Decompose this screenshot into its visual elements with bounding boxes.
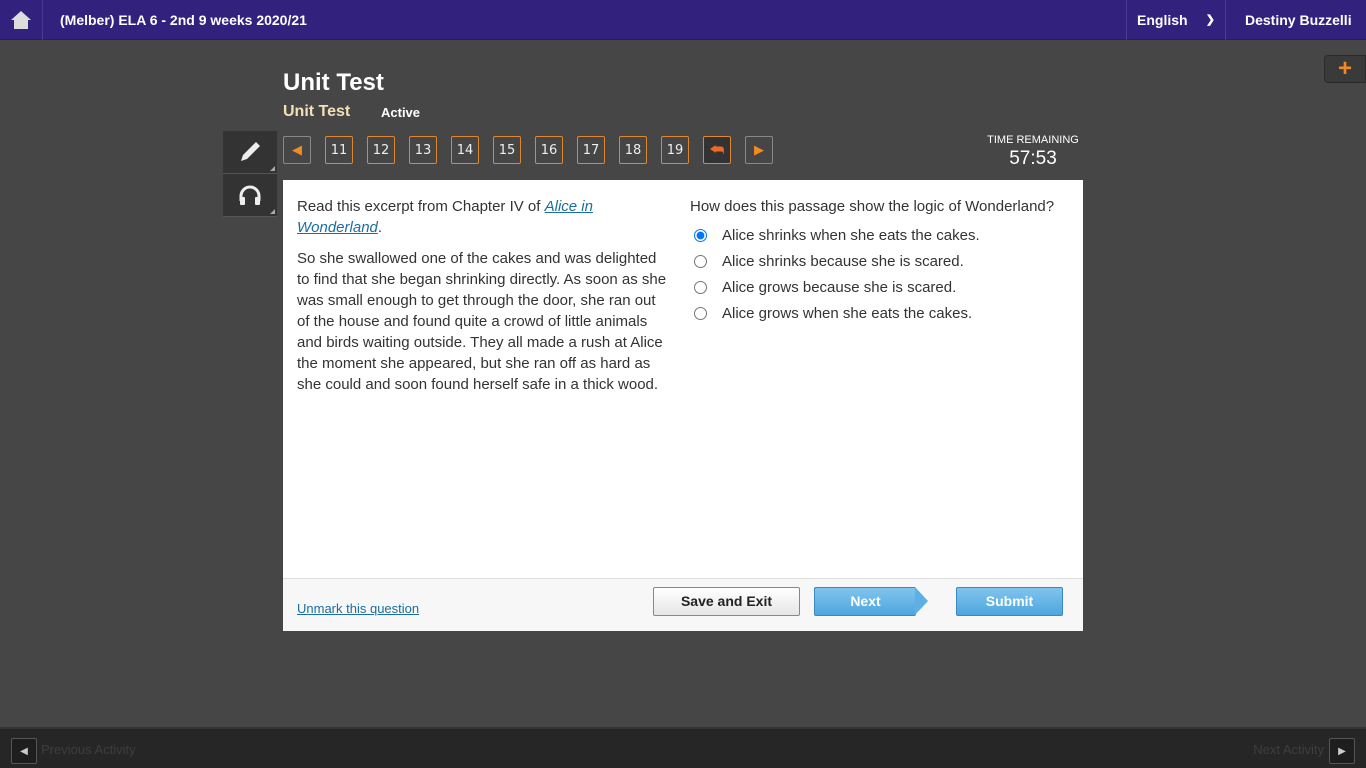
answer-label: Alice shrinks when she eats the cakes. — [722, 226, 980, 244]
language-select[interactable]: English ❯ — [1126, 0, 1226, 40]
status-badge: Active — [381, 105, 421, 120]
question-button-19[interactable]: 19 — [661, 136, 689, 164]
question-prompt: How does this passage show the logic of … — [690, 198, 1055, 215]
previous-activity-button[interactable]: ◀ — [11, 738, 37, 764]
answer-radio[interactable] — [694, 228, 707, 242]
user-menu[interactable]: Destiny Buzzelli — [1226, 12, 1366, 28]
question-button-14[interactable]: 14 — [451, 136, 479, 164]
caret-right-icon: ▶ — [1338, 745, 1346, 757]
question-button-18[interactable]: 18 — [619, 136, 647, 164]
answer-radio[interactable] — [694, 280, 707, 294]
answer-option[interactable]: Alice grows because she is scared. — [690, 278, 1070, 296]
next-arrow-tip[interactable] — [915, 587, 928, 615]
question-button-11[interactable]: 11 — [325, 136, 353, 164]
answer-label: Alice grows when she eats the cakes. — [722, 304, 973, 322]
answer-option[interactable]: Alice shrinks when she eats the cakes. — [690, 226, 1070, 244]
headphones-icon — [239, 185, 261, 205]
question-panel: Read this excerpt from Chapter IV of Ali… — [283, 180, 1083, 631]
caret-left-icon: ◀ — [20, 745, 28, 757]
question: How does this passage show the logic of … — [690, 196, 1070, 322]
reply-arrow-icon: ⮪ — [709, 140, 725, 159]
answer-label: Alice grows because she is scared. — [722, 278, 957, 296]
passage-intro: Read this excerpt from Chapter IV of Ali… — [297, 196, 667, 238]
next-activity-label[interactable]: Next Activity — [1253, 742, 1324, 757]
audio-tool-button[interactable] — [223, 174, 277, 217]
plus-icon: + — [1337, 55, 1352, 82]
current-question-button[interactable]: ⮪ — [703, 136, 731, 164]
chevron-down-icon: ❯ — [1205, 14, 1215, 26]
page-title: Unit Test — [283, 69, 384, 96]
question-button-17[interactable]: 17 — [577, 136, 605, 164]
unmark-question-link[interactable]: Unmark this question — [297, 598, 419, 619]
passage: Read this excerpt from Chapter IV of Ali… — [297, 196, 667, 405]
timer-label: TIME REMAINING — [987, 134, 1079, 146]
caret-right-icon: ▶ — [754, 142, 764, 158]
pencil-icon — [241, 142, 260, 161]
activity-bar: ◀ Previous Activity Next Activity ▶ — [0, 727, 1366, 768]
timer-value: 57:53 — [1009, 148, 1057, 169]
previous-activity-label[interactable]: Previous Activity — [41, 742, 136, 757]
intro-text: Read this excerpt from Chapter IV of — [297, 198, 545, 215]
answer-option[interactable]: Alice grows when she eats the cakes. — [690, 304, 1070, 322]
tool-sidebar — [223, 131, 277, 217]
caret-left-icon: ◀ — [292, 142, 302, 158]
question-navigation: ◀ 11 12 13 14 15 16 17 18 19 ⮪ ▶ — [283, 136, 773, 164]
home-icon — [11, 10, 31, 29]
pencil-tool-button[interactable] — [223, 131, 277, 174]
answer-radio[interactable] — [694, 306, 707, 320]
question-button-15[interactable]: 15 — [493, 136, 521, 164]
question-button-12[interactable]: 12 — [367, 136, 395, 164]
intro-suffix: . — [377, 219, 383, 236]
language-label: English — [1137, 11, 1188, 28]
question-footer: Unmark this question Save and Exit Next … — [283, 578, 1083, 631]
submit-button[interactable]: Submit — [956, 587, 1063, 616]
previous-questions-button[interactable]: ◀ — [283, 136, 311, 164]
top-bar: (Melber) ELA 6 - 2nd 9 weeks 2020/21 Eng… — [0, 0, 1366, 40]
answer-radio[interactable] — [694, 254, 707, 268]
passage-text: So she swallowed one of the cakes and wa… — [297, 250, 667, 393]
activity-subtitle: Unit Test — [283, 103, 351, 120]
next-questions-button[interactable]: ▶ — [745, 136, 773, 164]
question-button-16[interactable]: 16 — [535, 136, 563, 164]
expand-plus-button[interactable]: + — [1324, 55, 1366, 83]
course-title: (Melber) ELA 6 - 2nd 9 weeks 2020/21 — [60, 11, 307, 28]
next-button[interactable]: Next — [814, 587, 916, 616]
save-and-exit-button[interactable]: Save and Exit — [653, 587, 800, 616]
timer: TIME REMAINING 57:53 — [985, 134, 1081, 170]
answer-label: Alice shrinks because she is scared. — [722, 252, 964, 270]
question-button-13[interactable]: 13 — [409, 136, 437, 164]
answer-option[interactable]: Alice shrinks because she is scared. — [690, 252, 1070, 270]
next-activity-button[interactable]: ▶ — [1329, 738, 1355, 764]
home-button[interactable] — [0, 0, 43, 40]
